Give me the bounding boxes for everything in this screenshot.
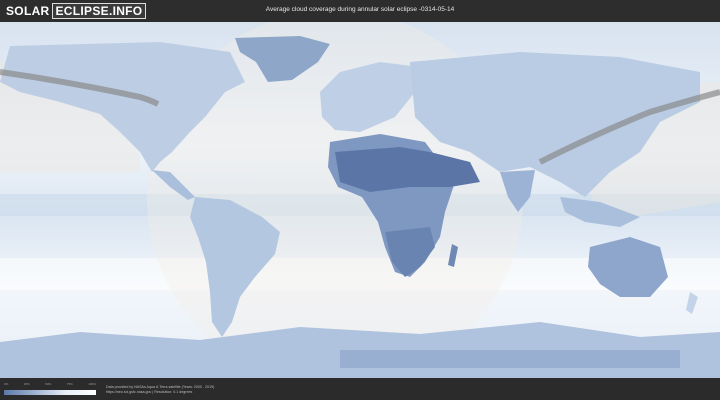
world-map-svg [0,22,720,378]
legend-tick: 50% [45,382,52,386]
credit-line-2[interactable]: https://neo.sci.gsfc.nasa.gov | Resoluti… [106,390,214,395]
legend-tick: 25% [23,382,30,386]
page-title: Average cloud coverage during annular so… [265,6,455,13]
data-credit: Data provided by NASAs Aqua & Terra sate… [106,385,214,396]
footer-bar: 0% 25% 50% 75% 100% Data provided by NAS… [0,378,720,400]
cloud-coverage-map[interactable] [0,22,720,378]
header-bar: SOLAR ECLIPSE.INFO Average cloud coverag… [0,0,720,22]
antarctica-dark-band [340,350,680,368]
legend-tick: 75% [66,382,73,386]
legend-ticks: 0% 25% 50% 75% 100% [4,382,96,387]
cloud-coverage-legend: 0% 25% 50% 75% 100% [4,382,96,396]
legend-tick: 100% [88,382,96,386]
legend-tick: 0% [4,382,9,386]
legend-gradient-bar [4,390,96,395]
